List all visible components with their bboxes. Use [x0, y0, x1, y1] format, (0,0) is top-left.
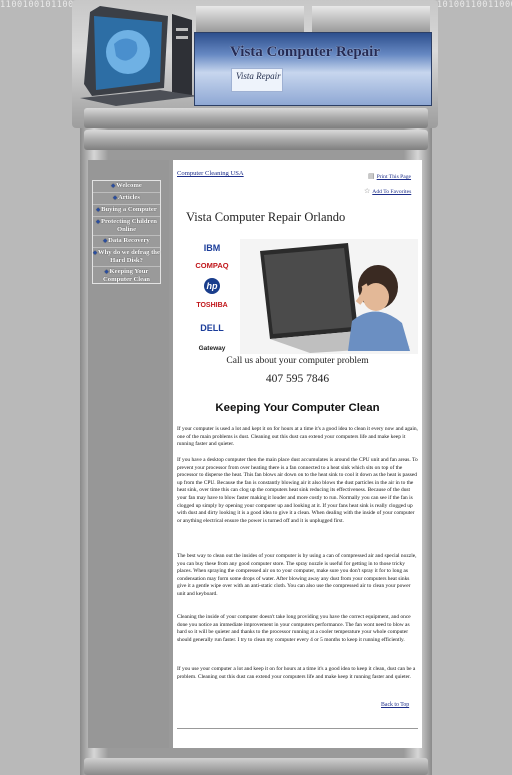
header-tab-right [312, 6, 430, 32]
nav-item-label: Keeping Your Computer Clean [103, 268, 150, 283]
breadcrumb[interactable]: Computer Cleaning USA [177, 170, 244, 177]
logo-text: Vista Repair [236, 71, 281, 81]
paragraph: If your computer is used a lot and kept … [177, 426, 418, 448]
favorites-label: Add To Favorites [372, 189, 412, 195]
brand-logos: IBM COMPAQ hp TOSHIBA DELL Gateway [186, 243, 238, 360]
print-link[interactable]: ▤ Print This Page [368, 172, 411, 180]
brand-compaq: COMPAQ [195, 261, 229, 270]
page-heading: Keeping Your Computer Clean [215, 402, 380, 414]
nav-item-buying[interactable]: ◆Buying a Computer [93, 205, 160, 217]
nav-item-label: Data Recovery [108, 237, 150, 244]
computer-icon [80, 6, 198, 106]
printer-icon: ▤ [368, 172, 375, 180]
promo-title: Vista Computer Repair Orlando [186, 210, 346, 224]
paragraph: Cleaning the inside of your computer doe… [177, 614, 411, 643]
nav-item-defrag[interactable]: ◆Why do we defrag the Hard Disk? [93, 248, 160, 267]
paragraph: The best way to clean out the insides of… [177, 553, 417, 597]
nav-item-label: Welcome [116, 182, 142, 189]
nav-item-label: Why do we defrag the Hard Disk? [97, 249, 160, 264]
nav-item-data-recovery[interactable]: ◆Data Recovery [93, 236, 160, 248]
paragraph: If you use your computer a lot and keep … [177, 666, 416, 680]
nav-item-label: Protecting Children Online [100, 218, 157, 233]
call-text: Call us about your computer problem [226, 356, 369, 366]
laptop-photo [240, 239, 418, 354]
header-bar [84, 108, 428, 128]
nav-bar [84, 130, 428, 150]
nav-item-label: Buying a Computer [101, 206, 157, 213]
phone-number: 407 595 7846 [265, 373, 330, 385]
sidebar-nav: ◆Welcome ◆Articles ◆Buying a Computer ◆P… [92, 180, 161, 284]
brand-toshiba: TOSHIBA [196, 302, 228, 309]
nav-item-label: Articles [117, 194, 140, 201]
footer-bar [84, 758, 428, 775]
paragraph: If you have a desktop computer then the … [177, 457, 418, 524]
nav-item-keeping-clean[interactable]: ◆Keeping Your Computer Clean [93, 267, 160, 285]
back-to-top-link[interactable]: Back to Top [381, 702, 409, 708]
print-label: Print This Page [376, 174, 412, 180]
nav-item-protecting[interactable]: ◆Protecting Children Online [93, 217, 160, 236]
star-icon: ☆ [364, 187, 371, 195]
nav-item-articles[interactable]: ◆Articles [93, 193, 160, 205]
divider [177, 728, 418, 729]
brand-ibm: IBM [203, 243, 221, 253]
brand-hp: hp [204, 278, 220, 294]
nav-item-welcome[interactable]: ◆Welcome [93, 181, 160, 193]
brand-gateway: Gateway [198, 345, 226, 352]
banner-title: Vista Computer Repair [230, 44, 380, 60]
brand-dell: DELL [200, 323, 224, 333]
header-tab-left [196, 6, 304, 32]
favorites-link[interactable]: ☆ Add To Favorites [364, 187, 411, 195]
